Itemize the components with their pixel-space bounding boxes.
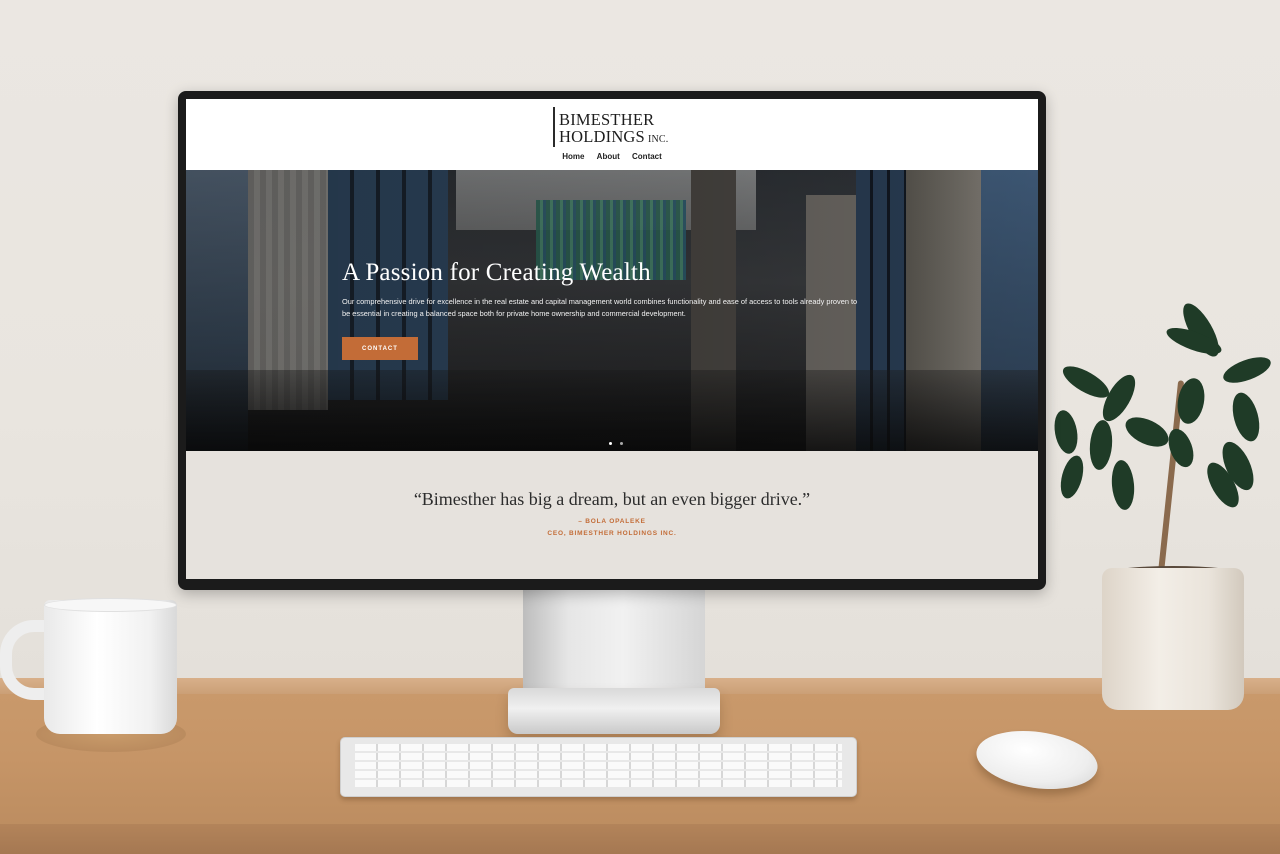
nav-item-contact[interactable]: Contact	[632, 152, 662, 161]
logo-suffix: INC.	[647, 134, 669, 145]
slider-dots	[607, 432, 625, 450]
keyboard	[340, 737, 857, 797]
plant-pot	[1102, 568, 1244, 710]
site-header: BIMESTHER HOLDINGS INC. Home About Contac…	[186, 99, 1038, 170]
testimonial-author-title: CEO, BIMESTHER HOLDINGS INC.	[547, 530, 677, 537]
nav-item-home[interactable]: Home	[562, 152, 584, 161]
testimonial-section: “Bimesther has big a dream, but an even …	[186, 451, 1038, 579]
monitor-screen: BIMESTHER HOLDINGS INC. Home About Contac…	[186, 99, 1038, 579]
nav-item-about[interactable]: About	[597, 152, 620, 161]
hero-description: Our comprehensive drive for excellence i…	[342, 297, 858, 318]
logo-bar	[553, 107, 555, 147]
site-logo[interactable]: BIMESTHER HOLDINGS INC.	[553, 105, 673, 149]
hero-title: A Passion for Creating Wealth	[342, 259, 651, 286]
testimonial-quote: “Bimesther has big a dream, but an even …	[413, 489, 811, 509]
slider-dot-2[interactable]	[620, 442, 624, 445]
monitor-stand	[523, 588, 705, 700]
logo-line-2-text: HOLDINGS	[559, 127, 645, 146]
monitor-foot	[508, 688, 720, 734]
contact-button[interactable]: CONTACT	[342, 337, 418, 360]
keyboard-keys	[355, 744, 842, 788]
mug-rim	[44, 598, 177, 612]
testimonial-author: – BOLA OPALEKE	[578, 518, 646, 525]
logo-line-1: BIMESTHER	[559, 110, 655, 129]
desk-edge	[0, 824, 1280, 854]
hero-slider: A Passion for Creating Wealth Our compre…	[186, 170, 1038, 451]
slider-dot-1[interactable]	[609, 442, 612, 445]
main-nav: Home About Contact	[186, 152, 1038, 161]
logo-line-2: HOLDINGS INC.	[559, 127, 669, 148]
coffee-mug	[44, 600, 177, 734]
